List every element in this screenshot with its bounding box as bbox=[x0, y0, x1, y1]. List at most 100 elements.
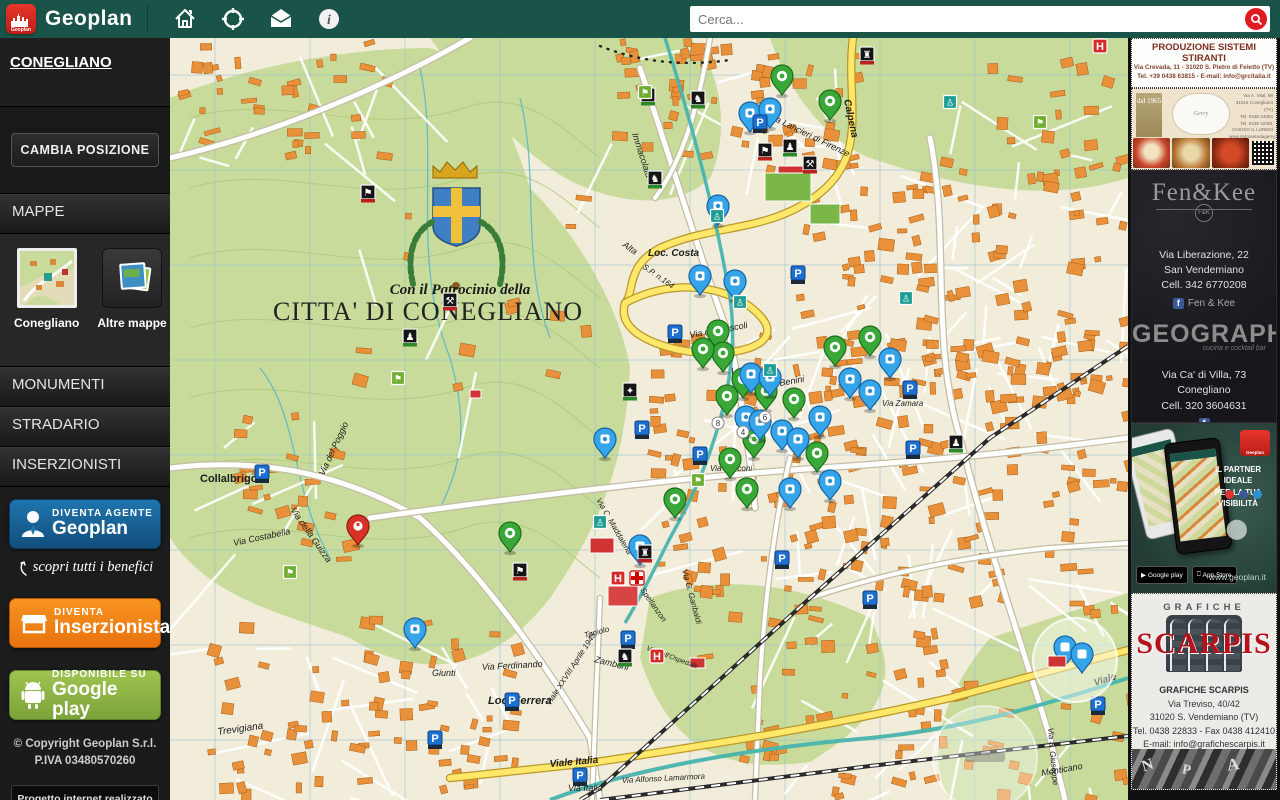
google-play-badge[interactable]: ▶ Google play bbox=[1136, 566, 1188, 584]
restaurant-logo: Gerry bbox=[1172, 93, 1230, 135]
map-marker-rn[interactable]: 4 bbox=[736, 425, 750, 439]
locate-icon[interactable] bbox=[218, 4, 248, 34]
current-city-link[interactable]: CONEGLIANO bbox=[10, 54, 112, 71]
street-label: Loc. Costa bbox=[648, 248, 700, 259]
svg-text:4: 4 bbox=[741, 428, 746, 437]
ad-banner-fenkee[interactable]: Fen&Kee F&K Via Liberazione, 22 San Vend… bbox=[1131, 170, 1277, 423]
become-advertiser-button[interactable]: DIVENTA Inserzionista bbox=[9, 598, 170, 648]
map-marker-pk[interactable]: P bbox=[790, 265, 806, 284]
map-marker-gq[interactable]: ⚑ bbox=[637, 84, 653, 100]
map-marker-rn[interactable]: 6 bbox=[758, 410, 772, 424]
map-marker-bk[interactable]: ♜ bbox=[859, 46, 875, 65]
cluster-magnifier-overlay[interactable] bbox=[1032, 617, 1118, 703]
map-marker-tq[interactable]: ♙ bbox=[709, 208, 725, 224]
svg-text:⚑: ⚑ bbox=[394, 374, 402, 384]
search-input[interactable] bbox=[690, 11, 1245, 27]
map-marker-gq[interactable]: ⚑ bbox=[282, 564, 298, 580]
map-marker-pk[interactable]: P bbox=[504, 692, 520, 711]
map-marker-bk[interactable]: ♟ bbox=[402, 328, 418, 347]
map-marker-pk[interactable]: P bbox=[572, 767, 588, 786]
map-marker-pk[interactable]: P bbox=[862, 590, 878, 609]
ads-column: PRODUZIONE SISTEMI STIRANTI Via Crevada,… bbox=[1128, 38, 1280, 800]
svg-text:♙: ♙ bbox=[946, 98, 954, 108]
section-inserzionisti[interactable]: INSERZIONISTI bbox=[0, 447, 170, 487]
map-marker-pk[interactable]: P bbox=[427, 730, 443, 749]
map-marker-gq[interactable]: ⚑ bbox=[1032, 114, 1048, 130]
search-button[interactable] bbox=[1245, 8, 1267, 30]
change-position-button[interactable]: CAMBIA POSIZIONE bbox=[11, 133, 159, 167]
section-monumenti[interactable]: MONUMENTI bbox=[0, 367, 170, 407]
ad-banner-geoplan-app[interactable]: Geoplan IL PARTNER IDEALE PER LA TUA VIS… bbox=[1131, 423, 1277, 593]
map-marker-gq[interactable]: ⚑ bbox=[390, 370, 406, 386]
map-marker-tq[interactable]: ♙ bbox=[898, 290, 914, 306]
contact-icon[interactable] bbox=[266, 4, 296, 34]
copyright-line1: © Copyright Geoplan S.r.l. bbox=[13, 738, 157, 750]
patronage-line2: CITTA' DI CONEGLIANO bbox=[273, 297, 583, 326]
svg-text:P: P bbox=[624, 633, 631, 645]
map-marker-pk[interactable]: P bbox=[752, 114, 768, 133]
map-marker-pk[interactable]: P bbox=[692, 446, 708, 465]
map-marker-gq[interactable]: ⚑ bbox=[690, 472, 706, 488]
map-marker-rn[interactable]: 8 bbox=[711, 416, 725, 430]
benefits-note: scopri tutti i benefici bbox=[0, 559, 170, 576]
pan-control-overlay[interactable] bbox=[932, 705, 1038, 800]
svg-text:P: P bbox=[508, 695, 515, 707]
svg-text:P: P bbox=[909, 443, 916, 455]
map-marker-pk[interactable]: P bbox=[634, 420, 650, 439]
ad-banner-stiranti[interactable]: PRODUZIONE SISTEMI STIRANTI Via Crevada,… bbox=[1131, 38, 1277, 88]
advertiser-line2: Inserzionista bbox=[54, 617, 171, 639]
map-marker-bk[interactable]: ♜ bbox=[637, 544, 653, 563]
decorative-rule bbox=[1156, 209, 1252, 210]
map-marker-tq[interactable]: ♙ bbox=[762, 362, 778, 378]
google-play-button[interactable]: DISPONIBILE SU Google play bbox=[9, 669, 161, 720]
sidebar: CONEGLIANO CAMBIA POSIZIONE MAPPE Conegl… bbox=[0, 38, 170, 800]
patronage-line1: Con il Patrocinio della bbox=[390, 282, 531, 298]
ad-address: Via Crevada, 11 - 31020 S. Pietro di Fel… bbox=[1133, 64, 1275, 71]
ad-banner-scarpis[interactable]: GRAFICHE SCARPIS SINCE 1919 GRAFICHE SCA… bbox=[1131, 593, 1277, 790]
map-marker-tq[interactable]: ♙ bbox=[732, 294, 748, 310]
section-stradario[interactable]: STRADARIO bbox=[0, 407, 170, 447]
map-marker-pk[interactable]: P bbox=[774, 550, 790, 569]
become-agent-button[interactable]: DIVENTA AGENTE Geoplan bbox=[9, 499, 161, 549]
svg-text:⚑: ⚑ bbox=[1036, 118, 1044, 128]
map-marker-bk[interactable]: ✦ bbox=[622, 382, 638, 401]
map-marker-bk[interactable]: ⚒ bbox=[802, 155, 818, 174]
map-thumb-altre-mappe[interactable]: Altre mappe bbox=[97, 248, 167, 366]
map-marker-hh[interactable]: H bbox=[1092, 38, 1108, 54]
map-marker-pk[interactable]: P bbox=[667, 324, 683, 343]
map-marker-pk[interactable]: P bbox=[254, 464, 270, 483]
map-marker-rc[interactable] bbox=[629, 570, 645, 586]
map-marker-hh[interactable]: H bbox=[649, 648, 665, 664]
credits-button[interactable]: Progetto internet realizzato da Manifatt… bbox=[11, 784, 159, 800]
map-thumb-conegliano[interactable]: Conegliano bbox=[14, 248, 79, 366]
geoplan-logo[interactable]: Geoplan bbox=[6, 4, 36, 34]
map-marker-pk[interactable]: P bbox=[1090, 696, 1106, 715]
ad-banner-ristorante[interactable]: dal 1965 Gerry Via A. Vital, 98 31015 Co… bbox=[1131, 88, 1277, 170]
svg-text:♙: ♙ bbox=[596, 518, 604, 528]
map-marker-bk[interactable]: ♞ bbox=[617, 648, 633, 667]
map-marker-bk[interactable]: ⚒ bbox=[442, 292, 458, 311]
map-marker-tq[interactable]: ♙ bbox=[942, 94, 958, 110]
map-marker-pk[interactable]: P bbox=[902, 380, 918, 399]
food-photo bbox=[1211, 138, 1249, 168]
map-marker-bk[interactable]: ♞ bbox=[690, 90, 706, 109]
map-marker-bk[interactable]: ⚑ bbox=[512, 562, 528, 581]
app-dot-icon bbox=[1253, 490, 1262, 499]
map-marker-hh[interactable]: H bbox=[610, 570, 626, 586]
map-marker-tq[interactable]: ♙ bbox=[592, 514, 608, 530]
info-icon[interactable]: i bbox=[314, 4, 344, 34]
map-marker-bk[interactable]: ♟ bbox=[782, 138, 798, 157]
map-marker-pk[interactable]: P bbox=[905, 440, 921, 459]
map-marker-bk[interactable]: ⚑ bbox=[360, 184, 376, 203]
section-mappe[interactable]: MAPPE bbox=[0, 194, 170, 234]
map-marker-pk[interactable]: P bbox=[620, 630, 636, 649]
letterpress-photo: N P A bbox=[1132, 749, 1276, 789]
map-marker-bk[interactable]: ⚑ bbox=[757, 142, 773, 161]
map-marker-bk[interactable]: ♞ bbox=[647, 170, 663, 189]
home-icon[interactable] bbox=[170, 4, 200, 34]
app-headline: IL PARTNER IDEALE PER LA TUA VISIBILITÀ bbox=[1214, 465, 1262, 508]
map-canvas[interactable]: Con il Patrocinio della CITTA' DI CONEGLI… bbox=[170, 38, 1128, 800]
geographic-logo: GEOGRAPHIC bbox=[1132, 319, 1276, 348]
map-marker-bk[interactable]: ♟ bbox=[948, 434, 964, 453]
svg-text:P: P bbox=[1094, 699, 1101, 711]
